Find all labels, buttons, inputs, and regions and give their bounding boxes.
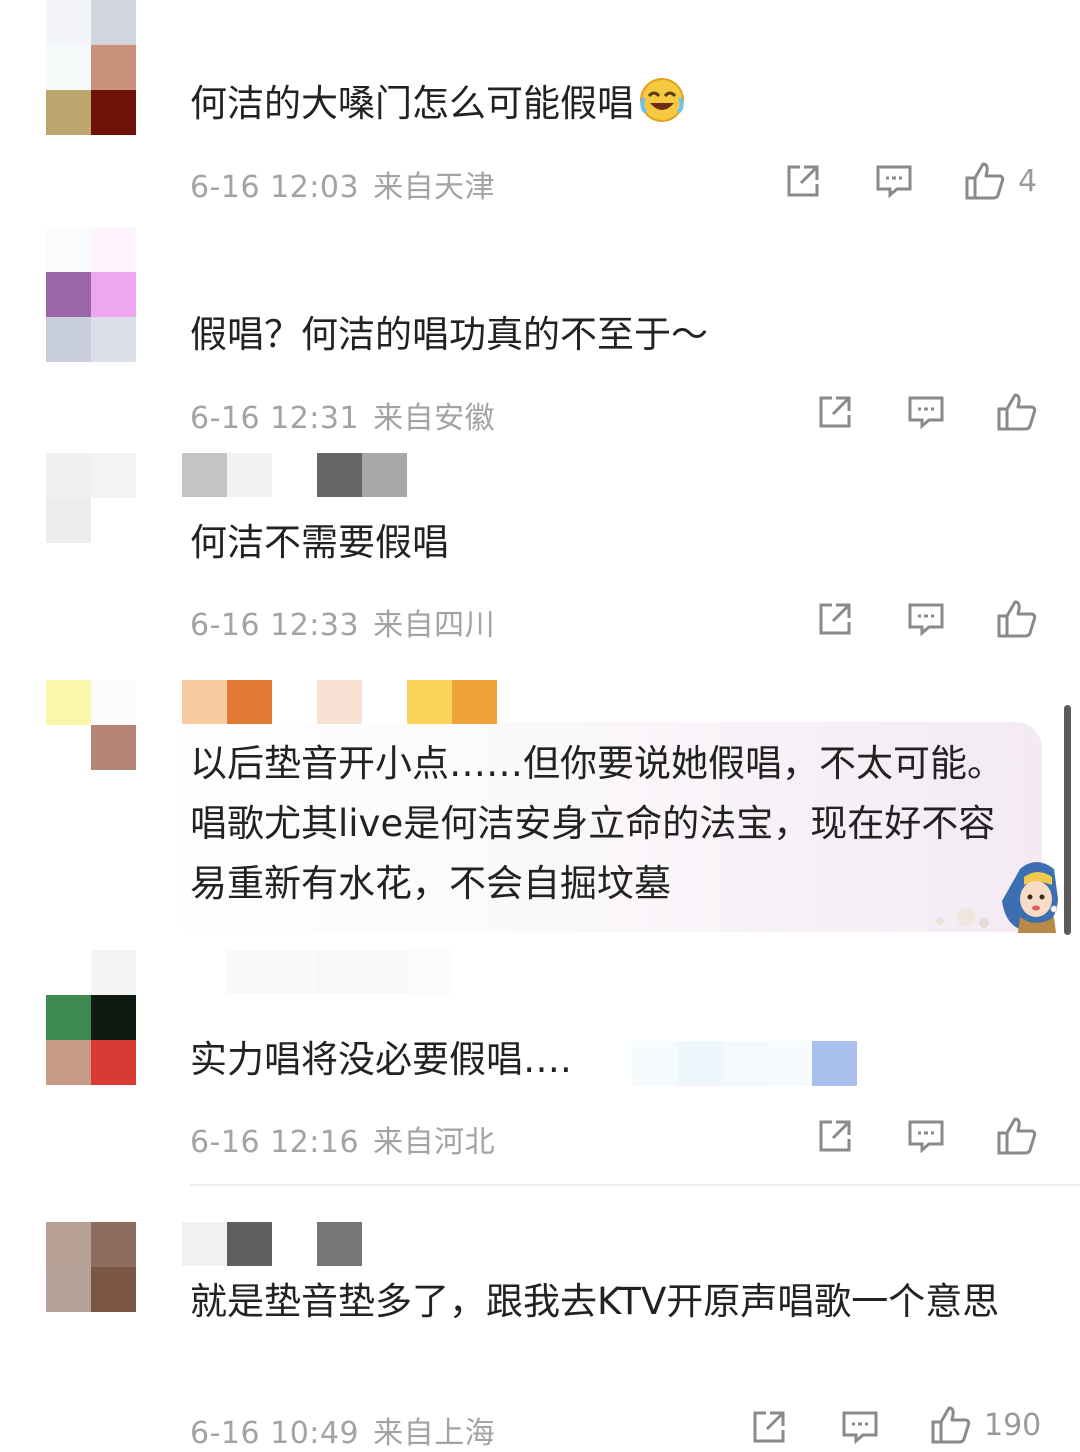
reply-button[interactable] — [907, 1117, 945, 1155]
like-button[interactable] — [996, 391, 1038, 433]
comment-icon — [842, 1411, 878, 1445]
comment-meta: 6-16 12:03 来自天津 — [190, 162, 495, 206]
comment-location: 来自河北 — [373, 1125, 496, 1160]
share-button[interactable] — [816, 1117, 854, 1155]
comment-icon — [876, 165, 912, 199]
comment-meta: 6-16 12:16 来自河北 — [190, 1117, 495, 1161]
thumbs-up-icon — [997, 600, 1037, 638]
comment-text: 以后垫音开小点……但你要说她假唱，不太可能。唱歌尤其live是何洁安身立命的法宝… — [190, 742, 1004, 905]
laughing-crying-emoji-icon — [638, 76, 686, 124]
username-redacted[interactable] — [182, 453, 407, 497]
comment-text: 何洁不需要假唱 — [190, 521, 449, 564]
thumbs-up-icon — [997, 393, 1037, 431]
reply-button[interactable] — [907, 393, 945, 431]
comment-date: 6-16 12:16 — [190, 1125, 360, 1160]
thumbs-up-icon — [965, 162, 1005, 200]
comment-location: 来自上海 — [373, 1416, 496, 1451]
comment-text: 假唱？何洁的唱功真的不至于～ — [190, 313, 708, 356]
comment-icon — [908, 1120, 944, 1154]
comment-text: 何洁的大嗓门怎么可能假唱 — [190, 74, 1040, 134]
reply-button[interactable] — [907, 600, 945, 638]
like-button[interactable]: 4 — [964, 160, 1037, 202]
username-redacted[interactable] — [182, 1222, 362, 1266]
thumbs-up-icon — [997, 1117, 1037, 1155]
username-redacted[interactable] — [182, 950, 497, 994]
thumbs-up-icon — [931, 1406, 971, 1444]
like-button[interactable] — [996, 598, 1038, 640]
avatar[interactable] — [46, 680, 136, 770]
share-button[interactable] — [750, 1408, 788, 1446]
share-button[interactable] — [816, 600, 854, 638]
comment-location: 来自四川 — [373, 608, 496, 643]
share-icon — [819, 1120, 851, 1152]
girl-with-pearl-earring-sticker-icon — [920, 855, 1060, 933]
reply-button[interactable] — [841, 1408, 879, 1446]
share-icon — [787, 165, 819, 197]
comment-date: 6-16 12:31 — [190, 401, 360, 436]
share-icon — [819, 603, 851, 635]
comment-location: 来自天津 — [373, 170, 496, 205]
avatar[interactable] — [46, 453, 136, 543]
comment-text: 实力唱将没必要假唱…. — [190, 1038, 572, 1081]
comment-meta: 6-16 10:49 来自上海 — [190, 1408, 495, 1452]
scrollbar[interactable] — [1064, 705, 1071, 935]
comment-location: 来自安徽 — [373, 401, 496, 436]
username-redacted[interactable] — [182, 680, 497, 724]
comment-meta: 6-16 12:31 来自安徽 — [190, 393, 495, 437]
reply-button[interactable] — [875, 162, 913, 200]
like-button[interactable]: 190 — [930, 1404, 1041, 1446]
comment-icon — [908, 396, 944, 430]
share-icon — [819, 396, 851, 428]
avatar[interactable] — [46, 1222, 136, 1312]
like-count: 190 — [984, 1407, 1042, 1443]
avatar[interactable] — [46, 227, 136, 362]
share-button[interactable] — [784, 162, 822, 200]
avatar[interactable] — [46, 0, 136, 135]
like-button[interactable] — [996, 1115, 1038, 1157]
comment-date: 6-16 10:49 — [190, 1416, 360, 1451]
comment-date: 6-16 12:03 — [190, 170, 360, 205]
comment-text: 就是垫音垫多了，跟我去KTV开原声唱歌一个意思 — [190, 1280, 1000, 1323]
share-icon — [753, 1411, 785, 1443]
redacted-mention — [632, 1041, 857, 1086]
like-count: 4 — [1018, 163, 1038, 199]
comment-date: 6-16 12:33 — [190, 608, 360, 643]
comment-meta: 6-16 12:33 来自四川 — [190, 600, 495, 644]
comment-icon — [908, 603, 944, 637]
avatar[interactable] — [46, 950, 136, 1085]
divider — [190, 1184, 1080, 1186]
share-button[interactable] — [816, 393, 854, 431]
